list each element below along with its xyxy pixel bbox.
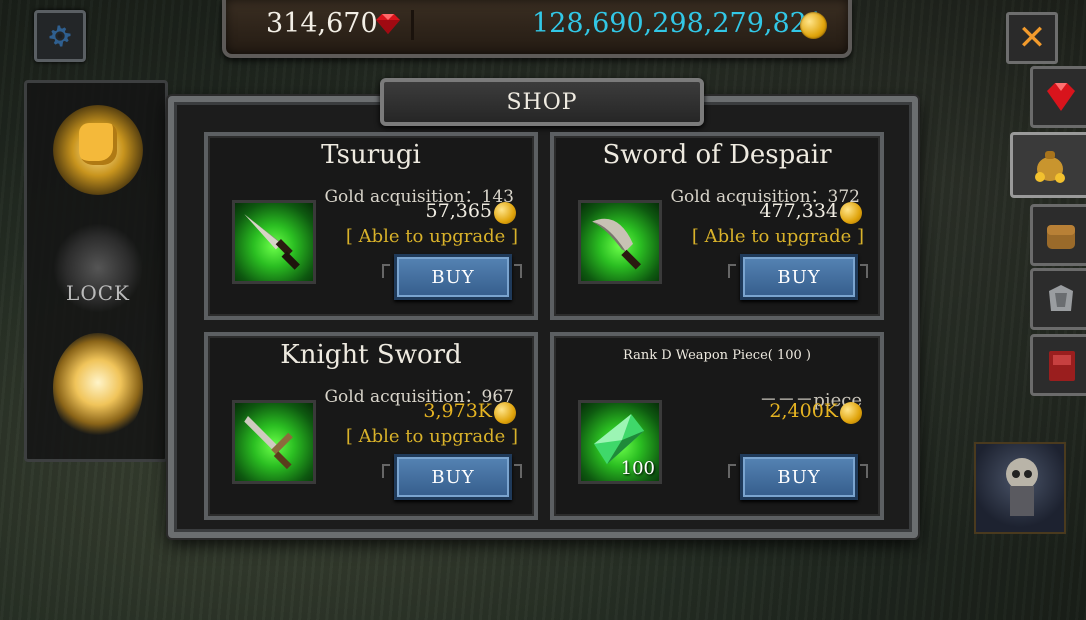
item-name: Tsurugi (321, 140, 421, 170)
ruby-gem-icon (376, 14, 400, 34)
upgrade-status: [ Able to upgrade ] (345, 426, 518, 447)
item-image[interactable] (232, 200, 316, 284)
currency-bar: 314,670 128,690,298,279,821 (222, 0, 852, 58)
gold-coin-icon (800, 12, 827, 39)
bracket-left (728, 464, 736, 478)
bracket-right (860, 464, 868, 478)
bracket-right (514, 464, 522, 478)
leather-bag-icon (1047, 225, 1075, 249)
tab-armor[interactable] (1030, 268, 1086, 330)
settings-button[interactable] (34, 10, 86, 62)
gold-bag-icon (1035, 151, 1065, 183)
bracket-right (860, 264, 868, 278)
upgrade-status: [ Able to upgrade ] (345, 226, 518, 247)
item-image[interactable]: 100 (578, 400, 662, 484)
buy-button[interactable]: BUY (740, 254, 858, 300)
locked-badge[interactable]: LOCK (53, 223, 143, 313)
buy-label: BUY (431, 466, 475, 488)
currency-divider (411, 10, 414, 40)
buy-button[interactable]: BUY (394, 454, 512, 500)
bracket-left (382, 264, 390, 278)
gold-coin-icon (494, 202, 516, 224)
buy-label: BUY (777, 466, 821, 488)
sword-icon (244, 214, 300, 270)
gold-coin-icon (840, 202, 862, 224)
buy-button[interactable]: BUY (394, 254, 512, 300)
tab-gems[interactable] (1030, 66, 1086, 128)
buy-button[interactable]: BUY (740, 454, 858, 500)
close-button[interactable]: ✕ (1006, 12, 1058, 64)
item-name: Rank D Weapon Piece( 100 ) (623, 348, 811, 363)
item-name: Knight Sword (280, 340, 462, 370)
gold-coin-icon (494, 402, 516, 424)
gem-count: 314,670 (266, 8, 378, 39)
armor-icon (1049, 285, 1073, 311)
buy-label: BUY (777, 266, 821, 288)
bracket-right (514, 264, 522, 278)
ruby-icon (1047, 83, 1075, 111)
tab-bag[interactable] (1030, 204, 1086, 266)
curved-blade-icon (592, 218, 641, 270)
shop-item-card: Sword of Despair Gold acquisition：372 47… (550, 132, 884, 320)
shop-title-plate: SHOP (380, 78, 704, 126)
item-image[interactable] (232, 400, 316, 484)
item-price: 57,365 (425, 200, 492, 222)
knight-sword-icon (244, 416, 293, 470)
bracket-left (382, 464, 390, 478)
fist-badge-icon[interactable] (53, 105, 143, 195)
shop-item-card: Knight Sword Gold acquisition：967 3,973K… (204, 332, 538, 520)
character-portrait[interactable] (974, 442, 1066, 534)
item-price: 2,400K (769, 400, 838, 422)
gold-coin-icon (840, 402, 862, 424)
item-quantity: 100 (620, 458, 655, 479)
upgrade-status: [ Able to upgrade ] (691, 226, 864, 247)
gold-count: 128,690,298,279,821 (532, 8, 825, 39)
item-name: Sword of Despair (602, 140, 832, 170)
flame-badge-icon[interactable] (53, 333, 143, 443)
book-icon (1049, 351, 1075, 381)
bracket-left (728, 264, 736, 278)
left-badge-panel: LOCK (24, 80, 168, 462)
gear-icon (49, 25, 71, 47)
shop-title: SHOP (506, 89, 578, 115)
shop-item-card: Tsurugi Gold acquisition：143 57,365 [ Ab… (204, 132, 538, 320)
tab-book[interactable] (1030, 334, 1086, 396)
close-icon: ✕ (1017, 18, 1047, 58)
item-price: 3,973K (423, 400, 492, 422)
item-price: 477,334 (759, 200, 838, 222)
lock-label: LOCK (66, 281, 130, 305)
skull-icon (1006, 458, 1038, 516)
fist-icon (79, 123, 117, 165)
shop-item-card: Rank D Weapon Piece( 100 ) －－－piece 2,40… (550, 332, 884, 520)
buy-label: BUY (431, 266, 475, 288)
tab-gold[interactable] (1010, 132, 1086, 198)
item-image[interactable] (578, 200, 662, 284)
